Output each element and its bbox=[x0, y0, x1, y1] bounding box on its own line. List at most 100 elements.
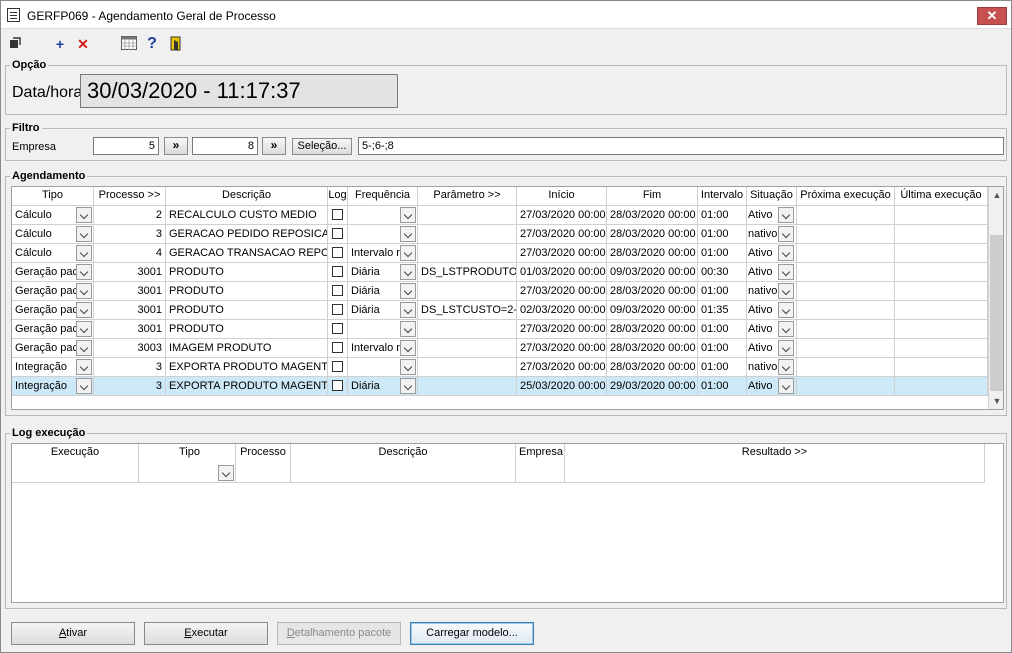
intervalo-cell[interactable]: 00:30 bbox=[698, 263, 747, 282]
log-checkbox[interactable] bbox=[332, 228, 343, 239]
export-icon[interactable] bbox=[7, 36, 23, 52]
frequencia-dropdown-button[interactable] bbox=[400, 302, 416, 318]
log-col-empresa-header[interactable]: Empresa bbox=[516, 444, 565, 483]
log-checkbox[interactable] bbox=[332, 342, 343, 353]
ultima-execucao-cell[interactable] bbox=[895, 301, 988, 320]
descricao-cell[interactable]: PRODUTO bbox=[166, 320, 328, 339]
proxima-execucao-cell[interactable] bbox=[797, 301, 895, 320]
processo-cell[interactable]: 3001 bbox=[94, 301, 166, 320]
log-cell[interactable] bbox=[328, 263, 348, 282]
log-col-processo-header[interactable]: Processo bbox=[236, 444, 291, 483]
frequencia-cell[interactable]: Diária bbox=[348, 263, 418, 282]
ativar-button[interactable]: Ativar bbox=[11, 622, 135, 645]
descricao-cell[interactable]: GERACAO TRANSACAO REPOS bbox=[166, 244, 328, 263]
frequencia-cell[interactable]: Diária bbox=[348, 282, 418, 301]
add-icon[interactable]: + bbox=[52, 36, 68, 52]
fim-cell[interactable]: 28/03/2020 00:00 bbox=[607, 320, 698, 339]
inicio-cell[interactable]: 27/03/2020 00:00 bbox=[517, 282, 607, 301]
col-inicio-header[interactable]: Início bbox=[517, 187, 607, 206]
frequencia-dropdown-button[interactable] bbox=[400, 321, 416, 337]
col-situacao-header[interactable]: Situação bbox=[747, 187, 797, 206]
tipo-cell[interactable]: Geração pac bbox=[12, 263, 94, 282]
proxima-execucao-cell[interactable] bbox=[797, 263, 895, 282]
log-cell[interactable] bbox=[328, 339, 348, 358]
intervalo-cell[interactable]: 01:35 bbox=[698, 301, 747, 320]
frequencia-dropdown-button[interactable] bbox=[400, 359, 416, 375]
descricao-cell[interactable]: PRODUTO bbox=[166, 282, 328, 301]
parametro-cell[interactable] bbox=[418, 358, 517, 377]
situacao-dropdown-button[interactable] bbox=[778, 283, 794, 299]
selection-input[interactable]: 5-;6-;8 bbox=[358, 137, 1004, 155]
log-col-execucao-header[interactable]: Execução bbox=[12, 444, 139, 483]
tipo-dropdown-button[interactable] bbox=[76, 245, 92, 261]
log-checkbox[interactable] bbox=[332, 285, 343, 296]
ultima-execucao-cell[interactable] bbox=[895, 282, 988, 301]
fim-cell[interactable]: 29/03/2020 00:00 bbox=[607, 377, 698, 396]
processo-cell[interactable]: 3003 bbox=[94, 339, 166, 358]
situacao-dropdown-button[interactable] bbox=[778, 302, 794, 318]
fim-cell[interactable]: 28/03/2020 00:00 bbox=[607, 244, 698, 263]
inicio-cell[interactable]: 02/03/2020 00:00 bbox=[517, 301, 607, 320]
log-cell[interactable] bbox=[328, 282, 348, 301]
empresa-to-input[interactable]: 8 bbox=[192, 137, 258, 155]
tipo-cell[interactable]: Integração bbox=[12, 358, 94, 377]
scroll-down-arrow[interactable]: ▼ bbox=[989, 393, 1003, 409]
frequencia-dropdown-button[interactable] bbox=[400, 283, 416, 299]
processo-cell[interactable]: 4 bbox=[94, 244, 166, 263]
log-col-tipo-header[interactable]: Tipo bbox=[139, 444, 236, 483]
tipo-cell[interactable]: Geração pac bbox=[12, 282, 94, 301]
situacao-cell[interactable]: Ativo bbox=[747, 206, 797, 225]
intervalo-cell[interactable]: 01:00 bbox=[698, 282, 747, 301]
processo-cell[interactable]: 3001 bbox=[94, 320, 166, 339]
situacao-cell[interactable]: Ativo bbox=[747, 377, 797, 396]
frequencia-dropdown-button[interactable] bbox=[400, 226, 416, 242]
ultima-execucao-cell[interactable] bbox=[895, 358, 988, 377]
situacao-dropdown-button[interactable] bbox=[778, 264, 794, 280]
situacao-dropdown-button[interactable] bbox=[778, 226, 794, 242]
processo-cell[interactable]: 3001 bbox=[94, 282, 166, 301]
ultima-execucao-cell[interactable] bbox=[895, 244, 988, 263]
tipo-cell[interactable]: Integração bbox=[12, 377, 94, 396]
frequencia-cell[interactable]: Diária bbox=[348, 301, 418, 320]
fim-cell[interactable]: 09/03/2020 00:00 bbox=[607, 301, 698, 320]
processo-cell[interactable]: 3001 bbox=[94, 263, 166, 282]
tipo-dropdown-button[interactable] bbox=[76, 283, 92, 299]
parametro-cell[interactable] bbox=[418, 244, 517, 263]
log-checkbox[interactable] bbox=[332, 361, 343, 372]
processo-cell[interactable]: 3 bbox=[94, 225, 166, 244]
log-cell[interactable] bbox=[328, 377, 348, 396]
col-log-header[interactable]: Log bbox=[328, 187, 348, 206]
agendamento-scrollbar[interactable]: ▲ ▼ bbox=[988, 187, 1003, 409]
log-checkbox[interactable] bbox=[332, 380, 343, 391]
inicio-cell[interactable]: 27/03/2020 00:00 bbox=[517, 339, 607, 358]
ultima-execucao-cell[interactable] bbox=[895, 377, 988, 396]
col-processo-header[interactable]: Processo >> bbox=[94, 187, 166, 206]
intervalo-cell[interactable]: 01:00 bbox=[698, 225, 747, 244]
descricao-cell[interactable]: GERACAO PEDIDO REPOSICAO bbox=[166, 225, 328, 244]
frequencia-cell[interactable] bbox=[348, 206, 418, 225]
fim-cell[interactable]: 28/03/2020 00:00 bbox=[607, 339, 698, 358]
ultima-execucao-cell[interactable] bbox=[895, 320, 988, 339]
fim-cell[interactable]: 09/03/2020 00:00 bbox=[607, 263, 698, 282]
frequencia-cell[interactable] bbox=[348, 320, 418, 339]
proxima-execucao-cell[interactable] bbox=[797, 206, 895, 225]
frequencia-cell[interactable]: Intervalo r bbox=[348, 339, 418, 358]
frequencia-dropdown-button[interactable] bbox=[400, 264, 416, 280]
col-proxima-execucao-header[interactable]: Próxima execução bbox=[797, 187, 895, 206]
tipo-dropdown-button[interactable] bbox=[76, 264, 92, 280]
inicio-cell[interactable]: 27/03/2020 00:00 bbox=[517, 244, 607, 263]
situacao-dropdown-button[interactable] bbox=[778, 340, 794, 356]
selecao-button[interactable]: Seleção... bbox=[292, 138, 352, 155]
tipo-dropdown-button[interactable] bbox=[76, 340, 92, 356]
col-descricao-header[interactable]: Descrição bbox=[166, 187, 328, 206]
detalhamento-pacote-button[interactable]: Detalhamento pacote bbox=[277, 622, 401, 645]
inicio-cell[interactable]: 27/03/2020 00:00 bbox=[517, 225, 607, 244]
proxima-execucao-cell[interactable] bbox=[797, 244, 895, 263]
log-col-resultado-header[interactable]: Resultado >> bbox=[565, 444, 985, 483]
tipo-cell[interactable]: Cálculo bbox=[12, 225, 94, 244]
exit-icon[interactable] bbox=[168, 36, 184, 52]
frequencia-dropdown-button[interactable] bbox=[400, 340, 416, 356]
situacao-dropdown-button[interactable] bbox=[778, 359, 794, 375]
inicio-cell[interactable]: 25/03/2020 00:00 bbox=[517, 377, 607, 396]
tipo-cell[interactable]: Cálculo bbox=[12, 244, 94, 263]
